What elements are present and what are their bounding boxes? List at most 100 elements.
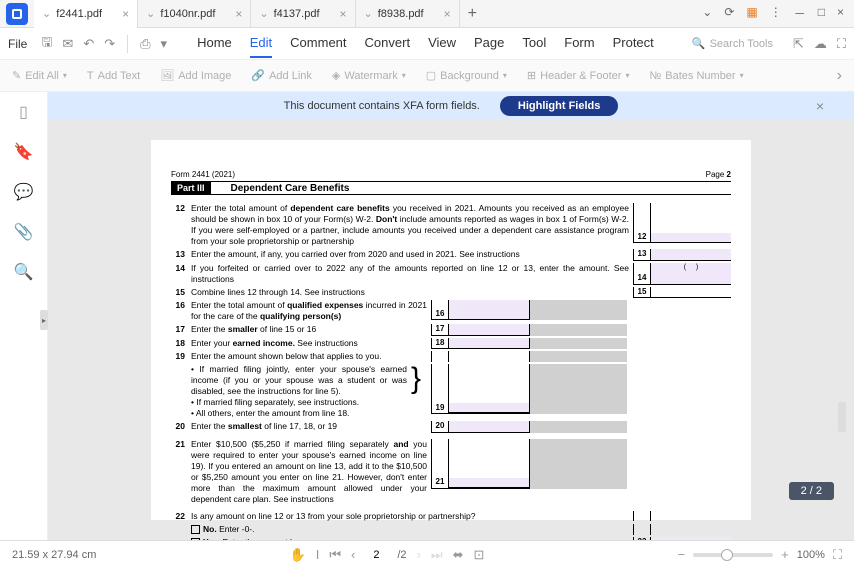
chevron-down-icon: ⌄ <box>364 7 373 20</box>
add-link-button[interactable]: 🔗 Add Link <box>251 69 312 82</box>
menu-view[interactable]: View <box>428 29 456 58</box>
close-icon[interactable]: × <box>444 7 451 21</box>
search-placeholder: Search Tools <box>710 38 773 50</box>
search-tools[interactable]: 🔍 Search Tools <box>692 37 773 50</box>
close-icon[interactable]: × <box>340 7 347 21</box>
menu-convert[interactable]: Convert <box>365 29 411 58</box>
thumbnails-icon[interactable]: ▯ <box>19 102 28 122</box>
zoom-slider[interactable] <box>693 553 773 557</box>
undo-icon[interactable]: ↶ <box>83 36 94 52</box>
chevron-down-icon[interactable]: ⌄ <box>702 5 712 22</box>
document-viewer: This document contains XFA form fields. … <box>48 92 854 540</box>
refresh-icon[interactable]: ⟳ <box>724 5 734 22</box>
form-line-22: 22 Is any amount on line 12 or 13 from y… <box>171 511 731 522</box>
tab-label: f8938.pdf <box>378 8 424 20</box>
menu-page[interactable]: Page <box>474 29 504 58</box>
print-icon[interactable]: ⎙ <box>140 36 150 52</box>
external-link-icon[interactable]: ⇱ <box>793 36 804 52</box>
form-line-22-no: No. Enter -0-. <box>171 524 731 535</box>
prev-page-icon[interactable]: ‹ <box>351 547 355 562</box>
toolbar-next-icon[interactable]: › <box>837 67 842 85</box>
menu-home[interactable]: Home <box>197 29 232 58</box>
fit-page-icon[interactable]: ⊡ <box>474 547 485 563</box>
statusbar: 21.59 x 27.94 cm ✋ I ⏮ ‹ /2 › ⏭ ⬌ ⊡ − + … <box>0 540 854 568</box>
form-line-17: 17 Enter the smaller of line 15 or 16 17 <box>171 324 731 335</box>
zoom-in-icon[interactable]: + <box>781 547 789 562</box>
app-logo[interactable] <box>6 3 28 25</box>
chevron-down-icon: ⌄ <box>259 7 268 20</box>
grid-icon[interactable]: ▦ <box>746 5 757 22</box>
next-page-icon[interactable]: › <box>417 547 421 562</box>
tab-f1040nr[interactable]: ⌄ f1040nr.pdf × <box>138 0 251 28</box>
page-number: Page 2 <box>706 170 731 179</box>
comment-icon[interactable]: 💬 <box>14 182 34 202</box>
highlight-fields-button[interactable]: Highlight Fields <box>500 96 619 116</box>
attachment-icon[interactable]: 📎 <box>14 222 34 242</box>
last-page-icon[interactable]: ⏭ <box>431 547 443 563</box>
fit-width-icon[interactable]: ⬌ <box>453 547 464 563</box>
form-line-21: 21 Enter $10,500 ($5,250 if married fili… <box>171 439 731 505</box>
redo-icon[interactable]: ↷ <box>104 36 115 52</box>
close-icon[interactable]: × <box>837 5 844 22</box>
file-menu[interactable]: File <box>8 37 27 51</box>
form-line-15: 15 Combine lines 12 through 14. See inst… <box>171 287 731 298</box>
form-line-14: 14 If you forfeited or carried over to 2… <box>171 263 731 285</box>
checkbox-no[interactable] <box>191 525 200 534</box>
menu-tool[interactable]: Tool <box>522 29 546 58</box>
zoom-out-icon[interactable]: − <box>678 547 686 562</box>
dropdown-icon[interactable]: ▾ <box>161 36 168 52</box>
save-icon[interactable]: 🖫 <box>41 33 52 55</box>
page-navigation: ✋ I ⏮ ‹ /2 › ⏭ ⬌ ⊡ <box>290 547 485 563</box>
page-container[interactable]: Form 2441 (2021) Page 2 Part III Depende… <box>48 120 854 540</box>
watermark-button[interactable]: ◈ Watermark▾ <box>332 69 406 82</box>
add-image-button[interactable]: 🖼 Add Image <box>160 69 231 82</box>
menu-icon[interactable]: ⋮ <box>770 5 782 22</box>
tab-f2441[interactable]: ⌄ f2441.pdf × <box>34 0 138 28</box>
menu-protect[interactable]: Protect <box>613 29 654 58</box>
bookmark-icon[interactable]: 🔖 <box>14 142 34 162</box>
search-icon: 🔍 <box>692 37 706 50</box>
chevron-down-icon: ⌄ <box>42 7 51 20</box>
zoom-thumb[interactable] <box>721 549 733 561</box>
add-text-button[interactable]: T Add Text <box>87 70 140 82</box>
total-pages: /2 <box>397 549 406 561</box>
hand-tool-icon[interactable]: ✋ <box>290 547 306 563</box>
search-icon[interactable]: 🔍 <box>14 262 34 282</box>
tab-f4137[interactable]: ⌄ f4137.pdf × <box>251 0 355 28</box>
first-page-icon[interactable]: ⏮ <box>329 547 341 563</box>
menu-comment[interactable]: Comment <box>290 29 346 58</box>
page-number-input[interactable] <box>365 549 387 561</box>
zoom-controls: − + 100% ⛶ <box>678 547 842 563</box>
background-button[interactable]: ▢ Background▾ <box>426 69 507 82</box>
form-line-22-yes: Yes. Enter the amount here 22 <box>171 537 731 540</box>
close-icon[interactable]: × <box>235 7 242 21</box>
part-title: Dependent Care Benefits <box>211 181 731 195</box>
select-tool-icon[interactable]: I <box>316 547 320 562</box>
form-line-19: 19 Enter the amount shown below that app… <box>171 351 731 362</box>
close-icon[interactable]: × <box>122 7 129 21</box>
banner-message: This document contains XFA form fields. <box>284 100 480 112</box>
cloud-icon[interactable]: ☁ <box>814 36 827 52</box>
banner-close-icon[interactable]: × <box>816 98 824 114</box>
menu-edit[interactable]: Edit <box>250 29 272 58</box>
expand-icon[interactable]: ⛶ <box>837 36 846 52</box>
scrollbar-thumb[interactable] <box>838 402 846 432</box>
maximize-icon[interactable]: □ <box>818 5 825 22</box>
checkbox-yes[interactable] <box>191 538 200 540</box>
tab-label: f4137.pdf <box>274 8 320 20</box>
page-dimensions: 21.59 x 27.94 cm <box>12 549 96 561</box>
add-tab-button[interactable]: + <box>460 5 485 23</box>
edit-all-button[interactable]: ✎ Edit All▾ <box>12 69 67 82</box>
form-label: Form 2441 (2021) <box>171 170 235 179</box>
bates-number-button[interactable]: № Bates Number▾ <box>649 70 743 82</box>
header-footer-button[interactable]: ⊞ Header & Footer▾ <box>527 69 630 82</box>
page-indicator: 2 / 2 <box>789 482 834 500</box>
pdf-page: Form 2441 (2021) Page 2 Part III Depende… <box>151 140 751 520</box>
tab-f8938[interactable]: ⌄ f8938.pdf × <box>356 0 460 28</box>
sidebar-toggle[interactable]: ▸ <box>40 310 48 330</box>
form-line-12: 12 Enter the total amount of dependent c… <box>171 203 731 247</box>
fullscreen-icon[interactable]: ⛶ <box>833 547 842 563</box>
menu-form[interactable]: Form <box>564 29 594 58</box>
mail-icon[interactable]: ✉ <box>62 36 73 52</box>
minimize-icon[interactable]: － <box>794 5 806 22</box>
